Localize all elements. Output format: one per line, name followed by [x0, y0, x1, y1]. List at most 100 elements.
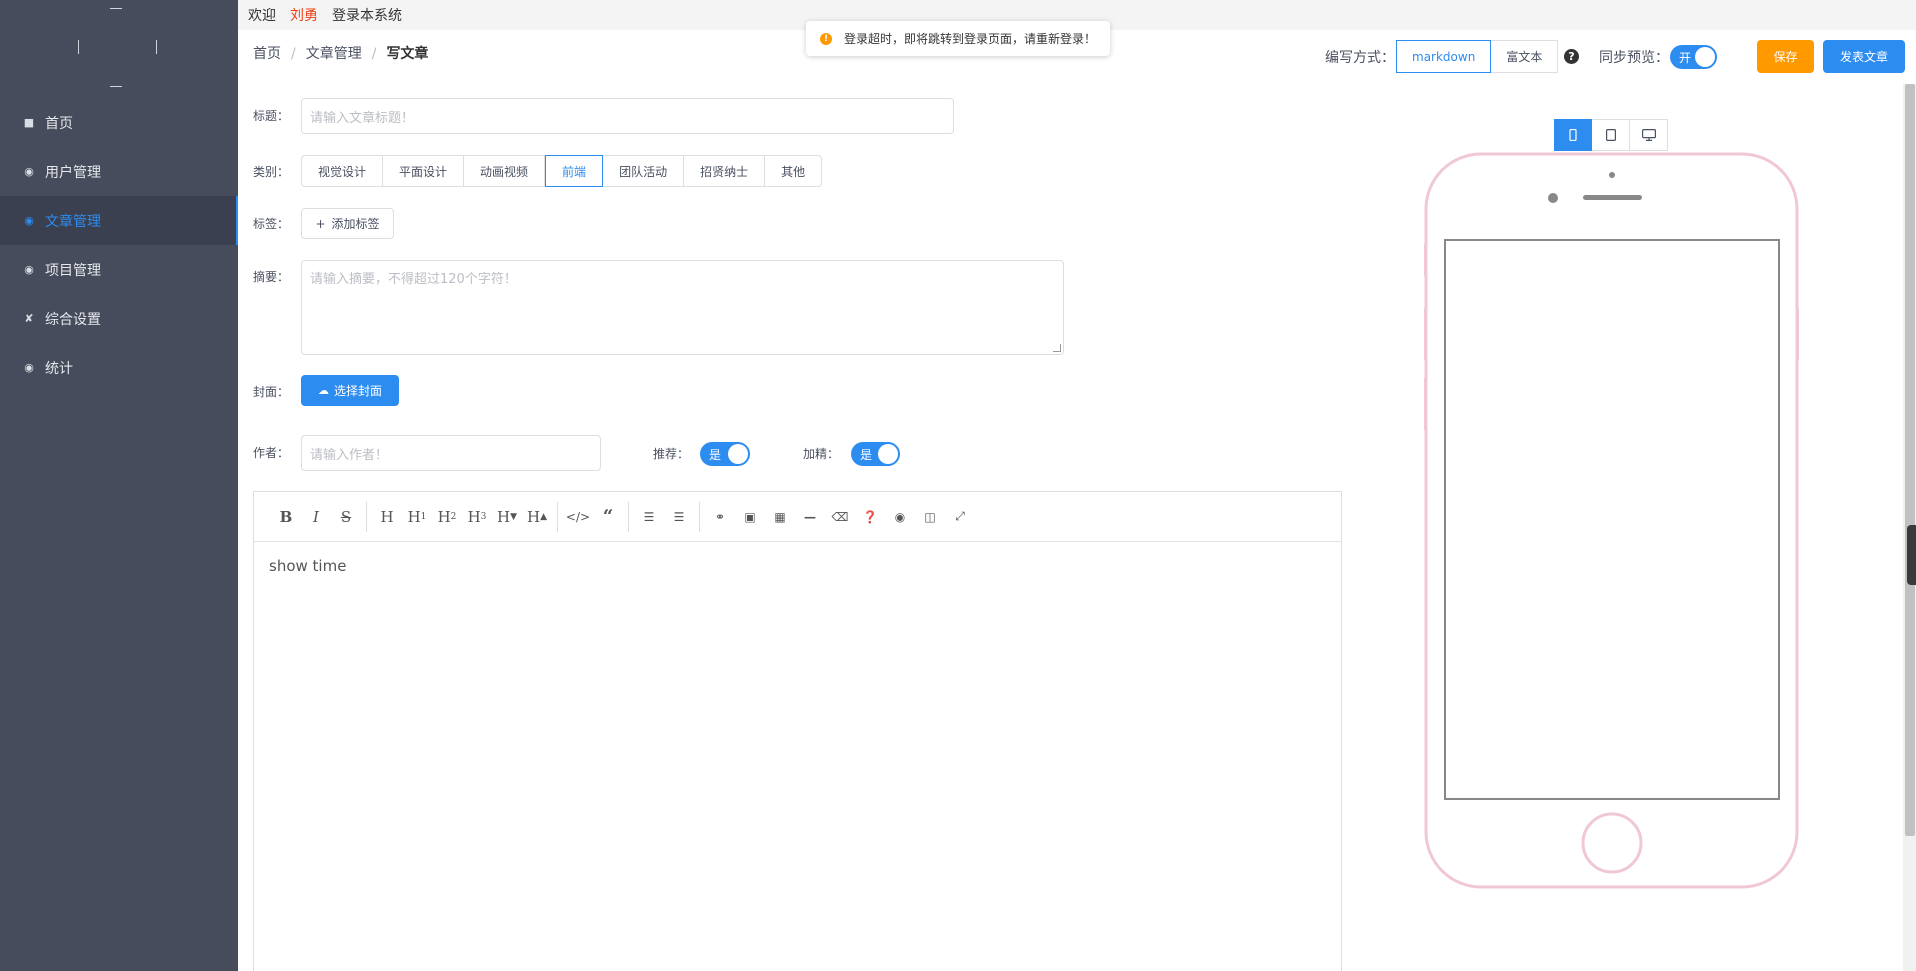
table-icon[interactable]: ▦ [765, 502, 795, 532]
recommend-toggle[interactable]: 是 [700, 442, 750, 466]
notice-text: 登录超时，即将跳转到登录页面，请重新登录！ [844, 32, 1097, 46]
sidebar-item-label: 用户管理 [45, 164, 101, 181]
sync-preview-label: 同步预览： [1599, 49, 1669, 66]
heading-2-icon[interactable]: H2 [432, 502, 462, 532]
sync-toggle-text: 开 [1679, 50, 1692, 65]
category-label: 类别： [253, 165, 290, 179]
summary-placeholder: 请输入摘要，不得超过120个字符！ [310, 272, 517, 287]
category-option[interactable]: 平面设计 [383, 155, 465, 187]
category-option[interactable]: 其他 [765, 155, 823, 187]
resize-grip-icon[interactable] [1053, 344, 1061, 352]
welcome-text: 欢迎 [248, 8, 276, 24]
toolbar-separator [557, 501, 558, 532]
author-input[interactable]: 请输入作者！ [301, 435, 601, 471]
sidebar-item-articles[interactable]: ◉ 文章管理 [0, 196, 238, 245]
bold-icon[interactable]: B [271, 502, 301, 532]
toggle-knob [878, 444, 898, 464]
heading-icon[interactable]: H [372, 502, 402, 532]
breadcrumb-separator: / [291, 46, 296, 62]
side-by-side-icon[interactable]: ◫ [915, 502, 945, 532]
publish-button[interactable]: 发表文章 [1823, 40, 1905, 73]
category-option[interactable]: 动画视频 [464, 155, 546, 187]
category-option[interactable]: 团队活动 [603, 155, 685, 187]
category-option-selected[interactable]: 前端 [545, 155, 604, 187]
sidebar-item-home[interactable]: ■ 首页 [0, 98, 238, 147]
image-icon[interactable]: ▣ [735, 502, 765, 532]
cover-label: 封面： [253, 385, 290, 399]
project-icon: ◉ [24, 263, 34, 276]
user-name[interactable]: 刘勇 [290, 5, 318, 25]
heading-1-icon[interactable]: H1 [402, 502, 432, 532]
heading-bigger-icon[interactable]: H ▲ [522, 502, 552, 532]
users-icon: ◉ [24, 165, 34, 178]
recommend-label: 推荐： [653, 447, 690, 461]
breadcrumb-current: 写文章 [386, 46, 429, 62]
toggle-knob [1695, 47, 1715, 67]
sidebar-item-projects[interactable]: ◉ 项目管理 [0, 245, 238, 294]
plus-icon: + [315, 216, 326, 231]
breadcrumb-section[interactable]: 文章管理 [306, 46, 362, 62]
select-cover-button[interactable]: ☁ 选择封面 [301, 375, 399, 406]
featured-toggle-text: 是 [860, 447, 873, 462]
quote-icon[interactable]: “ [593, 502, 623, 532]
category-group: 视觉设计 平面设计 动画视频 前端 团队活动 招贤纳士 其他 [301, 155, 823, 187]
sidebar-item-users[interactable]: ◉ 用户管理 [0, 147, 238, 196]
horizontal-rule-icon[interactable]: — [795, 502, 825, 532]
toolbar-separator [628, 501, 629, 532]
edit-mode-group: markdown 富文本 [1396, 40, 1559, 73]
heading-smaller-icon[interactable]: H ▼ [492, 502, 522, 532]
unordered-list-icon[interactable]: ☰ [634, 502, 664, 532]
eraser-icon[interactable]: ⌫ [825, 502, 855, 532]
scrollbar-thumb[interactable] [1905, 84, 1915, 836]
guide-icon[interactable]: ❓ [855, 502, 885, 532]
login-text: 登录本系统 [332, 8, 402, 24]
author-placeholder: 请输入作者！ [310, 447, 389, 463]
editor-toolbar: B I S H H1 H2 H3 H ▼ H ▲ </> “ ☰ ☰ ⚭ ▣ ▦ —… [254, 492, 1341, 542]
sidebar-menu: ■ 首页 ◉ 用户管理 ◉ 文章管理 ◉ 项目管理 ✘ 综合设置 ◉ 统计 [0, 98, 238, 392]
add-tag-button[interactable]: + 添加标签 [301, 208, 394, 239]
sidebar-item-stats[interactable]: ◉ 统计 [0, 343, 238, 392]
featured-toggle[interactable]: 是 [851, 442, 900, 466]
stats-icon: ◉ [24, 361, 34, 374]
breadcrumb-separator: / [371, 46, 377, 62]
code-icon[interactable]: </> [563, 502, 593, 532]
link-icon[interactable]: ⚭ [705, 502, 735, 532]
select-cover-label: 选择封面 [333, 384, 382, 398]
toggle-knob [728, 444, 748, 464]
sync-preview-toggle[interactable]: 开 [1670, 45, 1717, 69]
markdown-editor: B I S H H1 H2 H3 H ▼ H ▲ </> “ ☰ ☰ ⚭ ▣ ▦ —… [253, 491, 1342, 971]
sidebar-item-label: 首页 [45, 115, 73, 132]
breadcrumb-home[interactable]: 首页 [253, 46, 281, 62]
title-label: 标题： [253, 109, 290, 123]
sidebar-item-label: 综合设置 [45, 311, 101, 328]
edit-mode-label: 编写方式： [1325, 49, 1395, 66]
help-icon[interactable]: ? [1564, 49, 1579, 64]
summary-label: 摘要： [253, 270, 290, 284]
markdown-mode-button[interactable]: markdown [1396, 40, 1492, 73]
fullscreen-icon[interactable]: ⤢ [945, 502, 975, 532]
summary-textarea[interactable]: 请输入摘要，不得超过120个字符！ [301, 260, 1064, 355]
heading-3-icon[interactable]: H3 [462, 502, 492, 532]
category-option[interactable]: 视觉设计 [301, 155, 384, 187]
desktop-icon[interactable] [1630, 119, 1668, 151]
toolbar-separator [366, 501, 367, 532]
strikethrough-icon[interactable]: S [331, 502, 361, 532]
save-button[interactable]: 保存 [1757, 40, 1814, 73]
category-option[interactable]: 招贤纳士 [684, 155, 766, 187]
phone-icon[interactable] [1554, 119, 1592, 151]
tablet-icon[interactable] [1592, 119, 1630, 151]
italic-icon[interactable]: I [301, 502, 331, 532]
side-drawer-handle[interactable] [1907, 525, 1916, 585]
sidebar-item-label: 文章管理 [45, 213, 101, 230]
ordered-list-icon[interactable]: ☰ [664, 502, 694, 532]
preview-icon[interactable]: ◉ [885, 502, 915, 532]
rich-text-mode-button[interactable]: 富文本 [1491, 40, 1559, 73]
warning-icon: ! [820, 32, 832, 45]
home-icon: ■ [23, 116, 35, 129]
title-input[interactable]: 请输入文章标题！ [301, 98, 954, 134]
editor-content[interactable]: show time [254, 542, 1341, 590]
sidebar-item-settings[interactable]: ✘ 综合设置 [0, 294, 238, 343]
breadcrumb: 首页 / 文章管理 / 写文章 [253, 43, 428, 63]
session-timeout-notice: ! 登录超时，即将跳转到登录页面，请重新登录！ [806, 21, 1110, 56]
device-switcher [1554, 119, 1668, 151]
